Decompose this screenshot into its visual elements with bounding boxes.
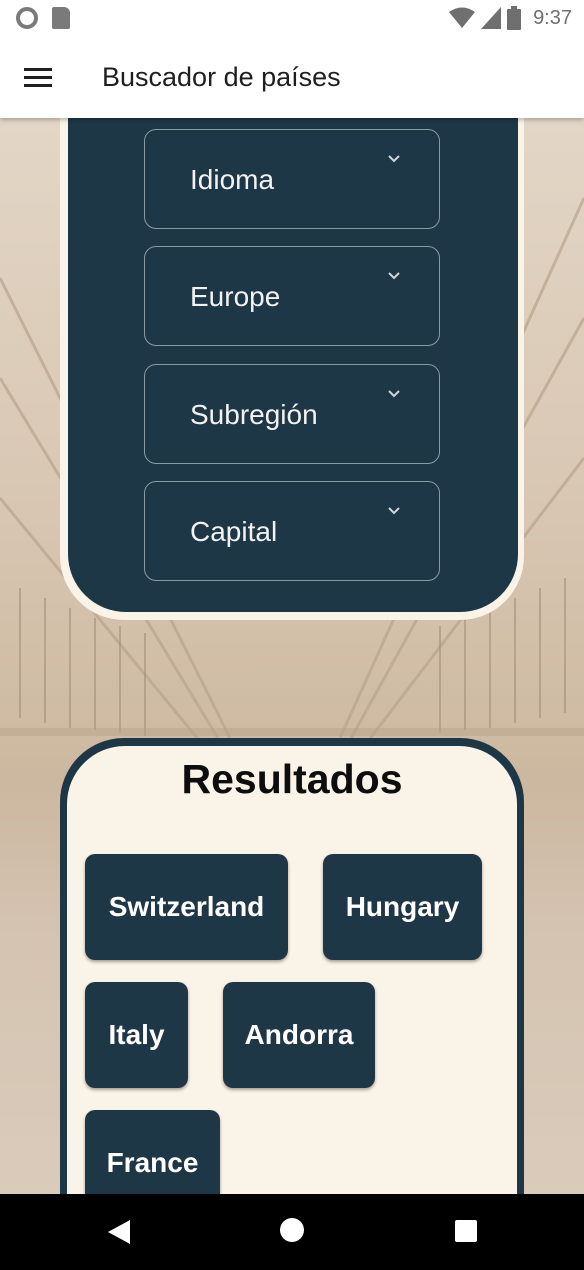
chevron-down-icon: [388, 272, 400, 280]
capital-dropdown[interactable]: Capital: [144, 481, 440, 581]
battery-icon: [507, 6, 522, 30]
chevron-down-icon: [388, 155, 400, 163]
language-dropdown-label: Idioma: [190, 164, 275, 195]
country-chip-italy[interactable]: Italy: [85, 982, 188, 1088]
country-chip-hungary[interactable]: Hungary: [323, 854, 482, 960]
app-title: Buscador de países: [102, 62, 341, 92]
status-time: 9:37: [533, 6, 572, 29]
language-dropdown[interactable]: Idioma: [144, 129, 440, 229]
back-icon[interactable]: [108, 1220, 130, 1244]
results-title: Resultados: [181, 756, 403, 802]
subregion-dropdown-label: Subregión: [190, 399, 318, 430]
region-dropdown[interactable]: Europe: [144, 246, 440, 346]
status-right-icons: 9:37: [449, 6, 572, 30]
region-dropdown-label: Europe: [190, 281, 281, 312]
home-icon[interactable]: [280, 1218, 304, 1242]
system-nav-bar: [0, 1194, 584, 1270]
wifi-icon: [449, 7, 476, 28]
status-bar: 9:37: [0, 0, 584, 38]
hamburger-menu-icon[interactable]: [24, 68, 52, 88]
signal-icon: [481, 7, 502, 29]
app-bar: Buscador de países: [0, 38, 584, 118]
sd-card-icon: [52, 7, 70, 29]
capital-dropdown-label: Capital: [190, 516, 278, 547]
notification-circle-icon: [16, 7, 38, 29]
country-chip-andorra[interactable]: Andorra: [223, 982, 375, 1088]
chevron-down-icon: [388, 390, 400, 398]
recent-apps-icon[interactable]: [455, 1220, 477, 1242]
country-chip-switzerland[interactable]: Switzerland: [85, 854, 288, 960]
status-left-icons: [16, 7, 70, 29]
subregion-dropdown[interactable]: Subregión: [144, 364, 440, 464]
chevron-down-icon: [388, 507, 400, 515]
